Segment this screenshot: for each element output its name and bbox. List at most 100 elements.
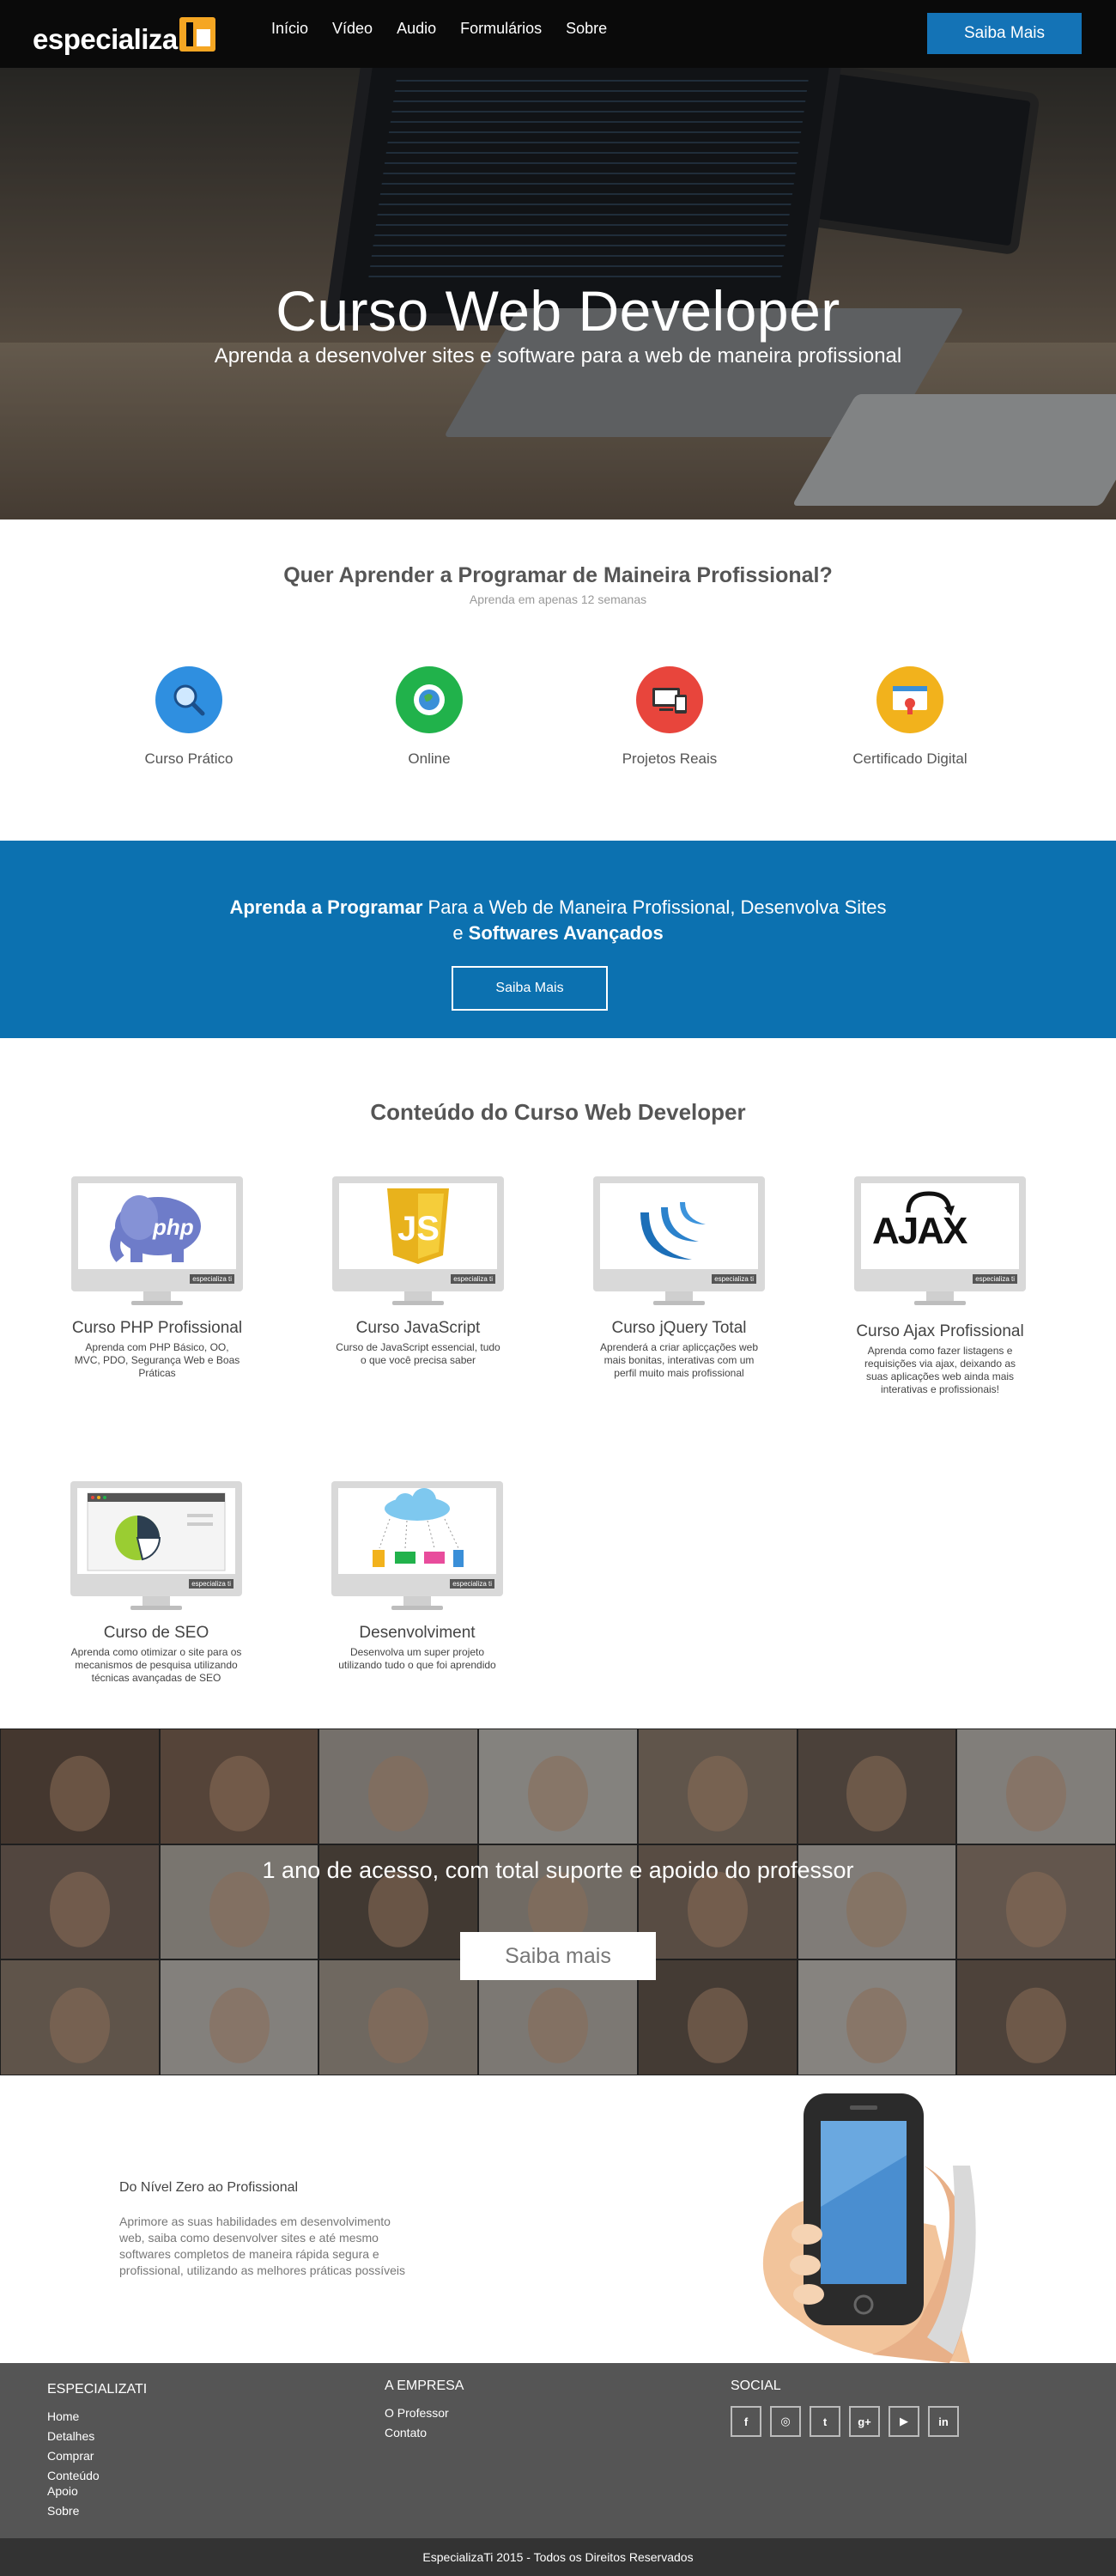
monitor-brand-label: especializa ti (189, 1579, 234, 1589)
monitor-brand-label: especializa ti (712, 1274, 756, 1284)
monitor-brand-label: especializa ti (451, 1274, 495, 1284)
hero-title: Curso Web Developer (276, 279, 840, 343)
course-name: Curso PHP Profissional (71, 1319, 243, 1337)
feature-label: Certificado Digital (852, 750, 967, 767)
course-desc: Aprenda como otimizar o site para os mec… (70, 1646, 242, 1684)
monitor-image: JS especializa ti (332, 1176, 504, 1307)
instagram-icon[interactable]: ◎ (770, 2406, 801, 2437)
jquery-icon (600, 1183, 758, 1269)
course-name: Desenvolviment (359, 1624, 476, 1642)
ajax-icon: AJAX (861, 1183, 1019, 1269)
logo-wordmark: especializa (33, 23, 178, 55)
footer-heading: SOCIAL (731, 2379, 781, 2393)
site-logo[interactable]: especializa (33, 10, 215, 53)
monitor-image: php especializa ti (71, 1176, 243, 1307)
feature-label: Projetos Reais (622, 750, 718, 767)
footer-link-professor[interactable]: O Professor (385, 2406, 464, 2420)
nav-link-sobre[interactable]: Sobre (566, 20, 607, 38)
nav-link-formularios[interactable]: Formulários (460, 20, 542, 38)
twitter-icon[interactable]: t (810, 2406, 840, 2437)
monitor-image: especializa ti (70, 1481, 242, 1612)
devices-icon (636, 666, 703, 733)
courses-title: Conteúdo do Curso Web Developer (370, 1099, 746, 1125)
cta-band-text: Aprenda a Programar Para a Web de Maneir… (0, 895, 1116, 946)
cta-band-bold2: Softwares Avançados (468, 922, 664, 944)
faces-headline: 1 ano de acesso, com total suporte e apo… (262, 1857, 854, 1883)
nav-saiba-mais-button[interactable]: Saiba Mais (927, 13, 1082, 54)
monitor-image: especializa ti (331, 1481, 503, 1612)
monitor-brand-label: especializa ti (973, 1274, 1017, 1284)
seo-chart-icon (77, 1488, 235, 1574)
nav-link-video[interactable]: Vídeo (332, 20, 373, 38)
footer-link-detalhes[interactable]: Detalhes (47, 2429, 147, 2443)
cta-band-text2: e (452, 922, 469, 944)
svg-text:AJAX: AJAX (872, 1210, 967, 1252)
feature-label: Online (408, 750, 451, 767)
footer-col-empresa: A EMPRESA O Professor Contato (385, 2379, 464, 2445)
monitor-brand-label: especializa ti (450, 1579, 494, 1589)
course-card-ajax[interactable]: AJAX especializa ti Curso Ajax Profissio… (846, 1176, 1034, 1396)
svg-text:php: php (152, 1214, 194, 1240)
facebook-icon[interactable]: f (731, 2406, 761, 2437)
cta-band: Aprenda a Programar Para a Web de Maneir… (0, 841, 1116, 1038)
course-card-desenvolvimento[interactable]: especializa ti Desenvolviment Desenvolva… (323, 1481, 512, 1672)
php-elephant-icon: php (78, 1183, 236, 1269)
band-saiba-mais-button[interactable]: Saiba Mais (452, 966, 608, 1011)
cloud-devices-icon (338, 1488, 496, 1574)
nav-link-inicio[interactable]: Início (271, 20, 308, 38)
top-navbar: especializa Início Vídeo Audio Formulári… (0, 0, 1116, 68)
youtube-icon[interactable]: ▶ (889, 2406, 919, 2437)
feature-projetos-reais: Projetos Reais (575, 666, 764, 768)
footer-link-sobre[interactable]: Sobre (47, 2504, 147, 2518)
course-card-javascript[interactable]: JS especializa ti Curso JavaScript Curso… (324, 1176, 513, 1367)
svg-text:JS: JS (397, 1210, 440, 1248)
course-name: Curso jQuery Total (611, 1319, 747, 1337)
certificate-icon (876, 666, 943, 733)
main-menu: Início Vídeo Audio Formulários Sobre (271, 20, 631, 38)
feature-label: Curso Prático (144, 750, 234, 767)
course-desc: Aprenda como fazer listagens e requisiçõ… (864, 1345, 1016, 1395)
course-desc: Aprenda com PHP Básico, OO, MVC, PDO, Se… (74, 1341, 240, 1379)
monitor-brand-label: especializa ti (190, 1274, 234, 1284)
magnifier-icon (155, 666, 222, 733)
linkedin-icon[interactable]: in (928, 2406, 959, 2437)
social-icons: f ◎ t g+ ▶ in (731, 2406, 959, 2437)
hero-subtitle: Aprenda a desenvolver sites e software p… (214, 344, 902, 368)
hero-banner: Curso Web Developer Aprenda a desenvolve… (0, 68, 1116, 519)
feature-online: Online (335, 666, 524, 768)
nav-link-audio[interactable]: Audio (397, 20, 436, 38)
google-plus-icon[interactable]: g+ (849, 2406, 880, 2437)
copyright-bar: EspecializaTi 2015 - Todos os Direitos R… (0, 2538, 1116, 2576)
cta-band-bold1: Aprenda a Programar (229, 896, 423, 918)
js-shield-icon: JS (339, 1183, 497, 1269)
faces-saiba-mais-button[interactable]: Saiba mais (460, 1932, 656, 1980)
promo-text: Aprimore as suas habilidades em desenvol… (119, 2215, 406, 2277)
footer-heading: ESPECIALIZATI (47, 2382, 148, 2397)
promo-title: Do Nível Zero ao Profissional (119, 2180, 299, 2195)
course-card-php[interactable]: php especializa ti Curso PHP Profissiona… (63, 1176, 252, 1380)
globe-gear-icon (396, 666, 463, 733)
monitor-image: AJAX especializa ti (854, 1176, 1026, 1307)
footer-link-comprar[interactable]: Comprar (47, 2449, 147, 2463)
footer-col-especializati: ESPECIALIZATI Home Detalhes Comprar Cont… (47, 2382, 147, 2524)
course-desc: Desenvolva um super projeto utilizando t… (338, 1646, 496, 1671)
monitor-image: especializa ti (593, 1176, 765, 1307)
features-title: Quer Aprender a Programar de Maineira Pr… (283, 563, 833, 587)
footer-link-conteudo[interactable]: Conteúdo (47, 2469, 147, 2482)
course-desc: Aprenderá a criar aplicçações web mais b… (599, 1341, 759, 1379)
cta-band-text1: Para a Web de Maneira Profissional, Dese… (422, 896, 887, 918)
course-desc: Curso de JavaScript essencial, tudo o qu… (336, 1341, 500, 1366)
logo-ti-badge-icon (179, 17, 215, 52)
footer: ESPECIALIZATI Home Detalhes Comprar Cont… (0, 2363, 1116, 2538)
footer-link-contato[interactable]: Contato (385, 2426, 464, 2439)
feature-curso-pratico: Curso Prático (94, 666, 283, 768)
feature-certificado-digital: Certificado Digital (816, 666, 1004, 768)
features-subtitle: Aprenda em apenas 12 semanas (469, 592, 647, 606)
course-card-seo[interactable]: especializa ti Curso de SEO Aprenda como… (62, 1481, 251, 1685)
course-card-jquery[interactable]: especializa ti Curso jQuery Total Aprend… (585, 1176, 773, 1380)
course-name: Curso Ajax Profissional (856, 1322, 1024, 1340)
footer-link-apoio[interactable]: Apoio (47, 2484, 147, 2498)
faces-overlay (0, 1728, 1116, 2075)
phone-in-hand-illustration (755, 2088, 1004, 2363)
footer-link-home[interactable]: Home (47, 2409, 147, 2423)
